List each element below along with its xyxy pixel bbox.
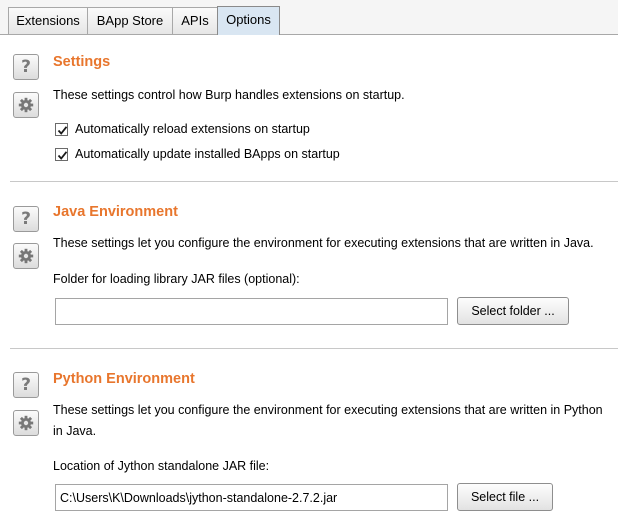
python-gear-button[interactable] [13,410,39,436]
java-folder-label: Folder for loading library JAR files (op… [53,272,300,286]
tab-apis[interactable]: APIs [172,7,218,34]
python-environment-title: Python Environment [53,371,195,387]
update-bapps-label: Automatically update installed BApps on … [75,147,340,161]
settings-help-button[interactable]: ? [13,54,39,80]
update-bapps-checkbox[interactable] [55,147,68,161]
python-help-button[interactable]: ? [13,372,39,398]
tab-apis-label: APIs [181,13,209,28]
reload-extensions-checkbox[interactable] [55,122,68,136]
help-icon: ? [21,374,31,395]
java-gear-button[interactable] [13,243,39,269]
select-file-button[interactable]: Select file ... [457,483,553,511]
jython-jar-label: Location of Jython standalone JAR file: [53,459,270,473]
tab-extensions[interactable]: Extensions [8,7,88,34]
python-environment-description-line2: in Java. [53,424,97,438]
options-panel: ? Settings These settings control how Bu… [0,35,618,530]
settings-description: These settings control how Burp handles … [53,88,405,102]
check-icon [57,125,68,135]
tab-extensions-label: Extensions [16,13,80,28]
section-divider [10,348,618,349]
jython-jar-input[interactable] [55,484,448,511]
gear-icon [18,415,34,431]
reload-extensions-checkbox-row[interactable]: Automatically reload extensions on start… [55,122,310,136]
tab-bar: Extensions BApp Store APIs Options [0,0,618,35]
reload-extensions-label: Automatically reload extensions on start… [75,122,310,136]
java-environment-description: These settings let you configure the env… [53,236,594,250]
help-icon: ? [21,56,31,77]
section-divider [10,181,618,182]
tab-bapp-store[interactable]: BApp Store [87,7,173,34]
settings-gear-button[interactable] [13,92,39,118]
java-environment-title: Java Environment [53,204,178,220]
help-icon: ? [21,208,31,229]
java-help-button[interactable]: ? [13,206,39,232]
tab-options[interactable]: Options [217,6,280,35]
java-folder-input[interactable] [55,298,448,325]
python-environment-description-line1: These settings let you configure the env… [53,403,603,417]
tab-options-label: Options [226,12,271,27]
tab-bapp-store-label: BApp Store [96,13,164,28]
settings-title: Settings [53,54,111,70]
select-folder-button[interactable]: Select folder ... [457,297,569,325]
gear-icon [18,248,34,264]
gear-icon [18,97,34,113]
check-icon [57,150,68,160]
update-bapps-checkbox-row[interactable]: Automatically update installed BApps on … [55,147,340,161]
